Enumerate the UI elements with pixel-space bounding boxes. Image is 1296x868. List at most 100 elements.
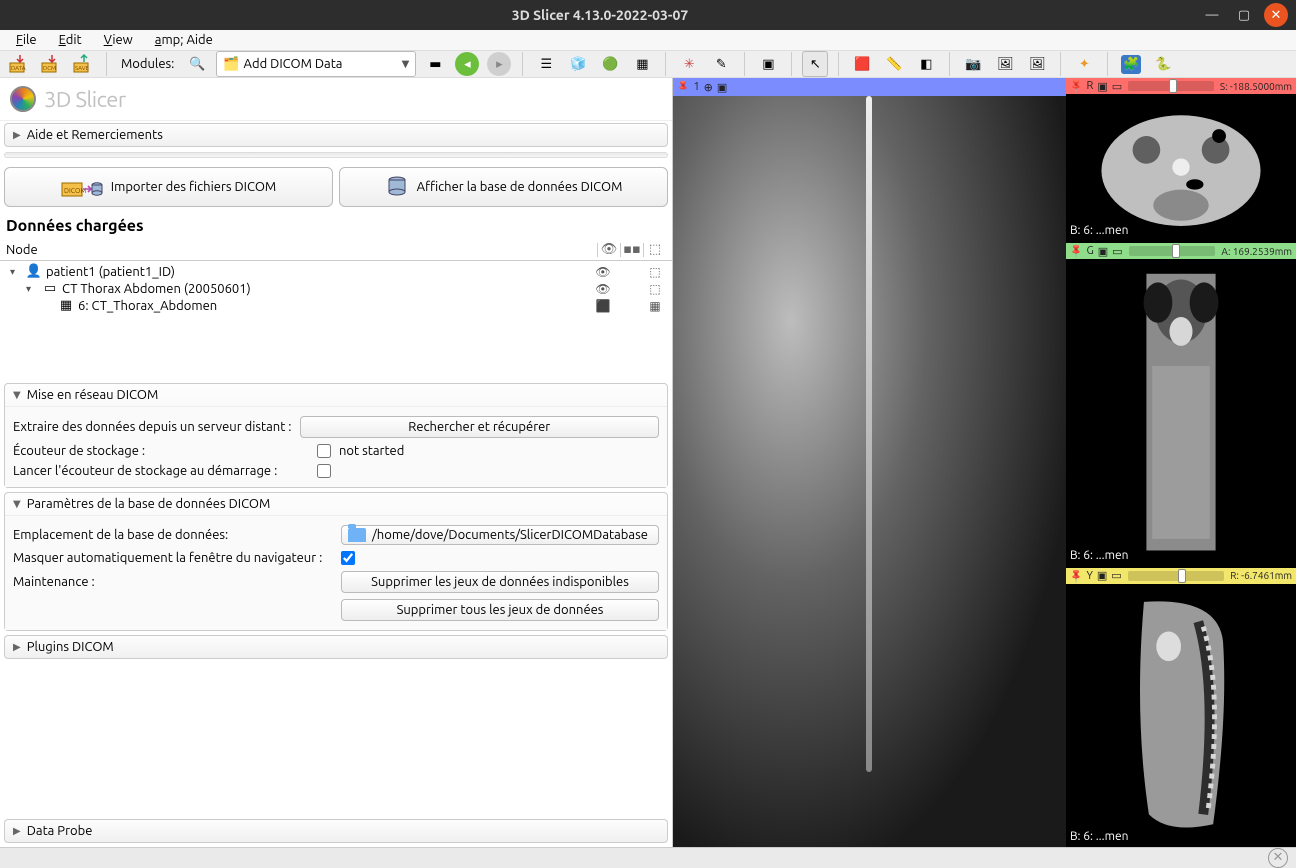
- listener-checkbox[interactable]: [317, 444, 331, 458]
- tree-toggle-icon[interactable]: ▾: [10, 266, 22, 278]
- dataprobe-section-toggle[interactable]: ▶Data Probe: [5, 820, 667, 842]
- panel-divider: [4, 152, 668, 158]
- wand-icon[interactable]: ✎: [708, 51, 734, 77]
- tree-transform-cell[interactable]: ▦: [644, 299, 666, 313]
- tree-vis-cell[interactable]: 👁: [592, 265, 614, 279]
- ruler-icon[interactable]: 📏: [881, 51, 907, 77]
- plugins-section-toggle[interactable]: ▶Plugins DICOM: [5, 636, 667, 658]
- maint-label: Maintenance :: [13, 575, 333, 589]
- close-button[interactable]: ✕: [1264, 3, 1288, 27]
- ext-icon[interactable]: 🧩: [1118, 51, 1144, 77]
- python-icon[interactable]: 🐍: [1150, 51, 1176, 77]
- maint-delete-unavailable-button[interactable]: Supprimer les jeux de données indisponib…: [341, 571, 659, 593]
- status-close-icon[interactable]: ✕: [1268, 848, 1288, 868]
- slice-green[interactable]: 📌 G ▣ ▭ A: 169.2539mm B: 6: ...men: [1066, 243, 1296, 566]
- dbparams-section-label: Paramètres de la base de données DICOM: [27, 497, 271, 511]
- spark-icon[interactable]: ✳: [676, 51, 702, 77]
- slice-green-slider[interactable]: [1129, 246, 1216, 256]
- tree-vis-cell[interactable]: 👁: [592, 282, 614, 296]
- maint-delete-all-button[interactable]: Supprimer tous les jeux de données: [341, 599, 659, 621]
- slice-green-image[interactable]: [1066, 259, 1296, 566]
- snap2-icon[interactable]: 🖼: [1024, 51, 1050, 77]
- table-row[interactable]: ▦6: CT_Thorax_Abdomen⬛▦: [0, 297, 672, 314]
- maximize-button[interactable]: ▢: [1232, 3, 1256, 27]
- fit-icon[interactable]: ▣: [1097, 569, 1107, 582]
- camera-icon[interactable]: 📷: [960, 51, 986, 77]
- slice-yellow-slider[interactable]: [1128, 571, 1224, 581]
- network-section-toggle[interactable]: ▼Mise en réseau DICOM: [5, 384, 667, 406]
- pin-icon[interactable]: 📌: [675, 78, 692, 95]
- chevron-down-icon: ▼: [13, 498, 21, 510]
- cube-icon[interactable]: 🧊: [565, 51, 591, 77]
- autostart-checkbox[interactable]: [317, 464, 331, 478]
- fit-icon[interactable]: ▣: [1097, 80, 1107, 93]
- tree-transform-cell[interactable]: ⬚: [644, 282, 666, 296]
- cursor-icon[interactable]: ↖: [802, 51, 828, 77]
- slice-red-slider[interactable]: [1128, 81, 1214, 91]
- slice-yellow[interactable]: 📌 Y ▣ ▭ R: -6.7461mm B: 6: ...men: [1066, 568, 1296, 847]
- nav-fwd-icon[interactable]: ▸: [486, 51, 512, 77]
- autohide-checkbox[interactable]: [341, 551, 355, 565]
- tree-col-color[interactable]: ▪▪: [621, 242, 643, 257]
- slice-yellow-image[interactable]: [1066, 584, 1296, 847]
- table-row[interactable]: ▾👤patient1 (patient1_ID)👁⬚: [0, 263, 672, 280]
- slice-red-header[interactable]: 📌 R ▣ ▭ S: -188.5000mm: [1066, 78, 1296, 94]
- dbparams-section-toggle[interactable]: ▼ Paramètres de la base de données DICOM: [5, 493, 667, 515]
- import-dicom-button[interactable]: DICOM Importer des fichiers DICOM: [4, 167, 333, 207]
- tree-toggle-icon[interactable]: ▾: [26, 283, 38, 295]
- viewer-3d-header[interactable]: 📌 1 ⊕ ▣: [673, 78, 1066, 96]
- snap-icon[interactable]: 🖼: [992, 51, 1018, 77]
- save-icon[interactable]: SAVE: [70, 51, 96, 77]
- svg-text:DATA: DATA: [11, 65, 26, 72]
- viewer-3d[interactable]: 📌 1 ⊕ ▣: [673, 78, 1066, 847]
- module-panel: 3D Slicer ▶Aide et Remerciements DICOM I…: [0, 78, 673, 847]
- slice-green-header[interactable]: 📌 G ▣ ▭ A: 169.2539mm: [1066, 243, 1296, 259]
- pin-icon[interactable]: 📌: [1068, 243, 1085, 260]
- slice-red[interactable]: 📌 R ▣ ▭ S: -188.5000mm B: 6: ...men: [1066, 78, 1296, 241]
- data-loader-icon[interactable]: DATA: [6, 51, 32, 77]
- search-module-icon[interactable]: 🔍: [184, 51, 210, 77]
- swatch-icon[interactable]: 🟥: [849, 51, 875, 77]
- menu-help[interactable]: amp; Aide: [145, 30, 223, 50]
- slice-tag: R: [1086, 80, 1093, 92]
- module-select[interactable]: 🗂️Add DICOM Data ▼: [216, 51, 416, 77]
- tree-col-transform[interactable]: ⬚: [644, 242, 666, 257]
- nav-back-icon[interactable]: ◂: [454, 51, 480, 77]
- grid-icon[interactable]: ▦: [629, 51, 655, 77]
- menu-file[interactable]: File: [6, 30, 47, 50]
- table-row[interactable]: ▾▭CT Thorax Abdomen (20050601)👁⬚: [0, 280, 672, 297]
- center-icon[interactable]: ⊕: [704, 81, 713, 94]
- dash-icon[interactable]: ▬: [422, 51, 448, 77]
- show-db-label: Afficher la base de données DICOM: [417, 180, 623, 194]
- slider-thumb[interactable]: [1169, 79, 1177, 93]
- slider-thumb[interactable]: [1178, 569, 1186, 583]
- tree-transform-cell[interactable]: ⬚: [644, 265, 666, 279]
- link-icon[interactable]: ▭: [1112, 245, 1122, 258]
- tree-vis-cell[interactable]: ⬛: [592, 299, 614, 313]
- slider-thumb[interactable]: [1172, 244, 1180, 258]
- minimize-button[interactable]: —: [1200, 3, 1224, 27]
- link-icon[interactable]: ▭: [1112, 80, 1122, 93]
- tree-col-vis[interactable]: 👁: [598, 242, 620, 257]
- fit-icon[interactable]: ▣: [1098, 245, 1108, 258]
- pin-icon[interactable]: 📌: [1068, 567, 1085, 584]
- viewer-3d-scene[interactable]: [673, 96, 1066, 847]
- dcm-loader-icon[interactable]: DCM: [38, 51, 64, 77]
- menu-edit[interactable]: Edit: [49, 30, 92, 50]
- pin-icon[interactable]: 📌: [1068, 77, 1085, 94]
- search-retrieve-button[interactable]: Rechercher et récupérer: [300, 416, 660, 438]
- slice-red-image[interactable]: [1066, 94, 1296, 241]
- target-icon[interactable]: ✦: [1071, 51, 1097, 77]
- help-section-toggle[interactable]: ▶Aide et Remerciements: [5, 124, 667, 146]
- menu-view[interactable]: View: [94, 30, 143, 50]
- crop-icon[interactable]: ◧: [913, 51, 939, 77]
- link-icon[interactable]: ▣: [717, 81, 727, 94]
- dbloc-path-button[interactable]: /home/dove/Documents/SlicerDICOMDatabase: [341, 525, 659, 545]
- link-icon[interactable]: ▭: [1111, 569, 1121, 582]
- sphere-icon[interactable]: 🟢: [597, 51, 623, 77]
- list-icon[interactable]: ☰: [533, 51, 559, 77]
- tree-body[interactable]: ▾👤patient1 (patient1_ID)👁⬚▾▭CT Thorax Ab…: [0, 261, 672, 381]
- show-db-button[interactable]: Afficher la base de données DICOM: [339, 167, 668, 207]
- slice-yellow-header[interactable]: 📌 Y ▣ ▭ R: -6.7461mm: [1066, 568, 1296, 584]
- layout-icon[interactable]: ▣: [755, 51, 781, 77]
